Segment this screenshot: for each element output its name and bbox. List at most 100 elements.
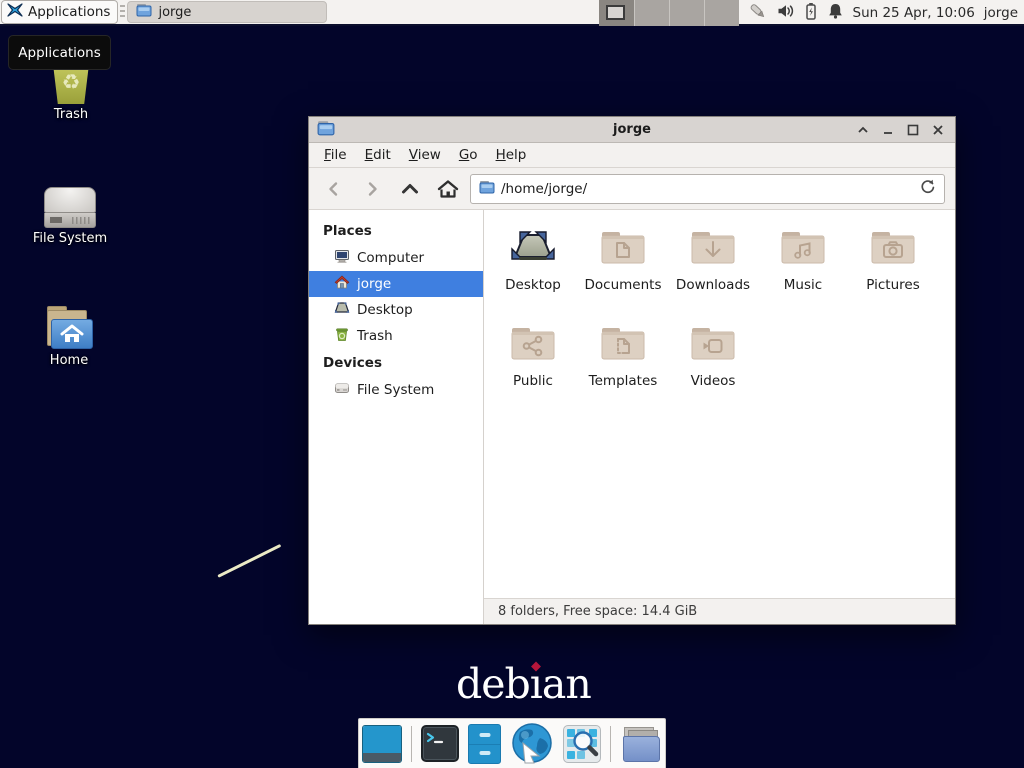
- sidebar-item-computer[interactable]: Computer: [309, 245, 483, 271]
- file-item-downloads[interactable]: Downloads: [668, 224, 758, 320]
- file-item-music[interactable]: Music: [758, 224, 848, 320]
- file-item-label: Videos: [691, 373, 736, 389]
- file-item-label: Pictures: [866, 277, 919, 293]
- workspace-3[interactable]: [669, 0, 704, 26]
- desktop-icon-label: Trash: [54, 107, 88, 122]
- menubar: File Edit View Go Help: [309, 143, 955, 168]
- file-cabinet-icon[interactable]: [468, 724, 501, 764]
- folder-icon: [136, 3, 152, 21]
- folder-icon: [479, 180, 495, 198]
- hard-drive-icon: [44, 168, 96, 228]
- file-manager-window: jorge File Edit View Go Help: [308, 116, 956, 625]
- toolbar: /home/jorge/: [309, 168, 955, 210]
- debian-logo-text: deb: [456, 660, 530, 708]
- sidebar-header-places: Places: [309, 217, 483, 245]
- sidebar-item-jorge[interactable]: jorge: [309, 271, 483, 297]
- home-icon: [334, 274, 350, 294]
- panel-grip[interactable]: [120, 5, 125, 20]
- statusbar: 8 folders, Free space: 14.4 GiB: [484, 598, 955, 624]
- workspace-4[interactable]: [704, 0, 739, 26]
- sidebar: Places Computer jorge Desktop: [309, 210, 484, 624]
- panel-username[interactable]: jorge: [984, 5, 1018, 21]
- file-item-videos[interactable]: Videos: [668, 320, 758, 416]
- file-item-desktop[interactable]: Desktop: [488, 224, 578, 320]
- home-folder-icon: [45, 290, 93, 350]
- shade-button[interactable]: [854, 121, 872, 139]
- bottom-dock: [358, 718, 666, 768]
- desktop-icon: [334, 300, 350, 320]
- menu-help[interactable]: Help: [487, 144, 536, 166]
- folder-templates-icon: [599, 320, 647, 368]
- debian-logo-text: an: [542, 660, 591, 708]
- computer-icon: [334, 248, 350, 268]
- applications-tooltip: Applications: [8, 35, 111, 70]
- battery-icon[interactable]: [803, 2, 819, 25]
- menu-file[interactable]: File: [315, 144, 356, 166]
- minimize-button[interactable]: [879, 121, 897, 139]
- file-item-label: Public: [513, 373, 553, 389]
- home-button[interactable]: [432, 174, 464, 204]
- workspace-1[interactable]: [599, 0, 634, 26]
- file-item-documents[interactable]: Documents: [578, 224, 668, 320]
- application-finder-icon[interactable]: [563, 725, 601, 763]
- terminal-icon[interactable]: [421, 725, 459, 762]
- reload-icon[interactable]: [919, 178, 936, 199]
- volume-icon[interactable]: [776, 2, 795, 24]
- back-button[interactable]: [318, 174, 350, 204]
- taskbar-button-label: jorge: [158, 5, 191, 20]
- desktop-icon-file-system[interactable]: File System: [24, 168, 116, 246]
- file-item-label: Documents: [585, 277, 662, 293]
- sidebar-item-file-system[interactable]: File System: [309, 377, 483, 403]
- menu-view[interactable]: View: [400, 144, 450, 166]
- path-entry[interactable]: /home/jorge/: [470, 174, 945, 204]
- sidebar-item-label: Computer: [357, 250, 424, 266]
- file-item-public[interactable]: Public: [488, 320, 578, 416]
- desktop-icon-home[interactable]: Home: [23, 290, 115, 368]
- file-item-pictures[interactable]: Pictures: [848, 224, 938, 320]
- sidebar-item-trash[interactable]: Trash: [309, 323, 483, 349]
- workspace-2[interactable]: [634, 0, 669, 26]
- applications-menu-button[interactable]: Applications: [1, 0, 118, 24]
- desktop-icon-label: File System: [33, 231, 107, 246]
- desktop-special-icon: [509, 224, 557, 272]
- show-desktop-icon[interactable]: [362, 725, 402, 763]
- panel-clock[interactable]: Sun 25 Apr, 10:06: [853, 5, 975, 21]
- close-button[interactable]: [929, 121, 947, 139]
- file-view: Desktop Documents: [484, 210, 955, 624]
- folder-videos-icon: [689, 320, 737, 368]
- sidebar-item-desktop[interactable]: Desktop: [309, 297, 483, 323]
- top-panel: Applications jorge: [0, 0, 1024, 26]
- forward-button[interactable]: [356, 174, 388, 204]
- path-text[interactable]: /home/jorge/: [501, 181, 913, 197]
- file-item-label: Desktop: [505, 277, 561, 293]
- notification-bell-icon[interactable]: [827, 2, 844, 24]
- menu-edit[interactable]: Edit: [356, 144, 400, 166]
- file-item-templates[interactable]: Templates: [578, 320, 668, 416]
- window-titlebar[interactable]: jorge: [309, 117, 955, 143]
- folder-pictures-icon: [869, 224, 917, 272]
- maximize-button[interactable]: [904, 121, 922, 139]
- file-item-label: Downloads: [676, 277, 750, 293]
- pen-tablet-icon[interactable]: [748, 1, 768, 25]
- menu-go[interactable]: Go: [450, 144, 487, 166]
- tooltip-text: Applications: [18, 45, 100, 61]
- hard-drive-icon: [334, 380, 350, 400]
- sidebar-item-label: jorge: [357, 276, 391, 292]
- folder-documents-icon: [599, 224, 647, 272]
- sidebar-item-label: Desktop: [357, 302, 413, 318]
- taskbar-button-jorge[interactable]: jorge: [127, 1, 327, 23]
- xfce-applications-icon: [6, 1, 24, 23]
- statusbar-text: 8 folders, Free space: 14.4 GiB: [498, 604, 697, 619]
- icon-grid: Desktop Documents: [484, 210, 955, 598]
- system-tray: [748, 1, 844, 25]
- desktop-icon-label: Home: [50, 353, 88, 368]
- folder-shortcut-icon[interactable]: [620, 725, 662, 763]
- up-button[interactable]: [394, 174, 426, 204]
- folder-music-icon: [779, 224, 827, 272]
- sidebar-item-label: File System: [357, 382, 434, 398]
- web-browser-icon[interactable]: [510, 722, 554, 766]
- folder-public-icon: [509, 320, 557, 368]
- applications-menu-label: Applications: [28, 4, 110, 20]
- file-item-label: Templates: [589, 373, 658, 389]
- workspace-pager: [599, 0, 739, 26]
